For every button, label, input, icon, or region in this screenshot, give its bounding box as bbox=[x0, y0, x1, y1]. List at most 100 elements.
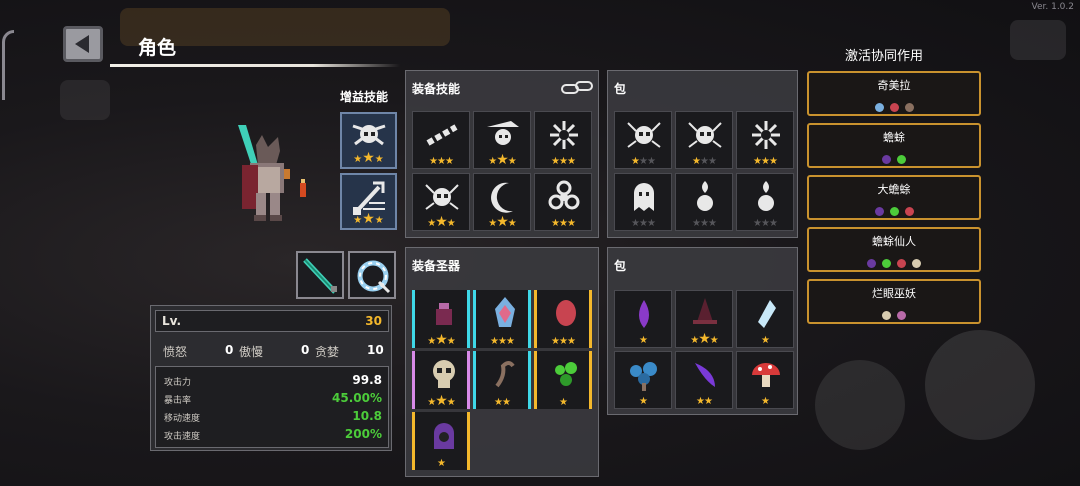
back-button[interactable] bbox=[63, 26, 103, 62]
star-rating: ★★★ bbox=[427, 332, 455, 348]
ice-shard-icon bbox=[758, 300, 776, 328]
weapon-slot[interactable] bbox=[348, 251, 396, 299]
relic-slot[interactable]: ★★★ bbox=[412, 351, 470, 409]
purple-claw-icon bbox=[695, 363, 715, 387]
star-rating: ★★★ bbox=[753, 156, 778, 167]
star-rating: ★★★ bbox=[488, 214, 516, 230]
bag-skills-title: 包 bbox=[614, 82, 627, 96]
bag-relic-slot[interactable]: ★ bbox=[736, 290, 794, 348]
bag-relic-slot[interactable]: ★ bbox=[614, 290, 672, 348]
star-rating: ★★★ bbox=[631, 218, 656, 229]
weapon-slot[interactable] bbox=[296, 251, 344, 299]
star-rating: ★ bbox=[761, 396, 770, 407]
stat-label: 攻击力 bbox=[164, 378, 192, 388]
synergy-card[interactable]: 大蟾蜍 bbox=[807, 175, 981, 220]
bag-skill-slot[interactable]: ★★★ bbox=[675, 173, 733, 231]
synergy-card[interactable]: 奇美拉 bbox=[807, 71, 981, 116]
rage-value: 0 bbox=[225, 343, 234, 357]
hood-icon bbox=[867, 259, 876, 268]
star-rating: ★★★ bbox=[753, 218, 778, 229]
synergy-card[interactable]: 烂眼巫妖 bbox=[807, 279, 981, 324]
star-rating: ★★★ bbox=[551, 218, 576, 229]
skill-slot[interactable]: ★★★ bbox=[412, 173, 470, 231]
skill-slot[interactable]: ★★★ bbox=[412, 111, 470, 169]
relic-slot[interactable]: ★★★ bbox=[534, 290, 592, 348]
equipped-relics-title: 装备圣器 bbox=[412, 259, 461, 273]
bag-relic-slot[interactable]: ★★★ bbox=[675, 290, 733, 348]
wind-skull-icon bbox=[352, 124, 386, 146]
background-hud bbox=[1010, 20, 1066, 60]
buff-skill-slot[interactable]: ★★★ bbox=[340, 112, 397, 169]
version-label: Ver. 1.0.2 bbox=[1031, 2, 1075, 12]
relic-slot[interactable]: ★★★ bbox=[412, 290, 470, 348]
skill-slot[interactable]: ★★★ bbox=[534, 111, 592, 169]
skill-slot[interactable]: ★★★ bbox=[473, 173, 531, 231]
synergy-name: 大蟾蜍 bbox=[877, 183, 911, 196]
bag-relic-slot[interactable]: ★★ bbox=[675, 351, 733, 409]
spore-icon bbox=[882, 259, 891, 268]
frost-ring-icon bbox=[357, 260, 391, 294]
title-underline bbox=[110, 64, 400, 67]
spore-icon bbox=[897, 155, 906, 164]
star-rating: ★★ bbox=[494, 397, 511, 408]
flame-bomb-icon bbox=[758, 181, 774, 211]
crystal-icon bbox=[495, 297, 515, 327]
bag-skill-slot[interactable]: ★★★ bbox=[614, 111, 672, 169]
synergy-name: 蟾蜍仙人 bbox=[872, 235, 916, 248]
skull-icon bbox=[433, 360, 455, 388]
buff-skills-label: 增益技能 bbox=[340, 90, 389, 104]
lizard-icon bbox=[904, 103, 914, 112]
bag-skill-slot[interactable]: ★★★ bbox=[736, 173, 794, 231]
synergy-name: 蟾蜍 bbox=[883, 131, 905, 144]
stat-row: 移动速度 10.8 bbox=[164, 409, 384, 424]
spore-icon bbox=[555, 362, 577, 386]
link-icon[interactable] bbox=[560, 79, 596, 97]
skill-slot[interactable]: ★★★ bbox=[473, 111, 531, 169]
star-rating: ★★★ bbox=[427, 393, 455, 409]
bag-skill-slot[interactable]: ★★★ bbox=[675, 111, 733, 169]
burst-icon bbox=[550, 121, 578, 149]
skill-slot[interactable]: ★★★ bbox=[534, 173, 592, 231]
stat-label: 暴击率 bbox=[164, 396, 192, 406]
screen-edge-bracket bbox=[2, 30, 14, 100]
page-title: 角色 bbox=[138, 37, 177, 59]
potion-icon bbox=[436, 303, 452, 325]
relic-slot[interactable]: ★ bbox=[412, 412, 470, 470]
rage-label: 愤怒 bbox=[163, 345, 188, 359]
equipped-skills-title: 装备技能 bbox=[412, 82, 461, 96]
buff-skill-slot[interactable]: ★★★ bbox=[340, 173, 397, 230]
relic-slot[interactable]: ★ bbox=[534, 351, 592, 409]
star-rating: ★★★ bbox=[692, 156, 717, 167]
star-rating: ★★★ bbox=[353, 150, 384, 166]
synergy-card[interactable]: 蟾蜍仙人 bbox=[807, 227, 981, 272]
ghost-icon bbox=[634, 183, 654, 211]
stat-row: 攻击速度 200% bbox=[164, 427, 384, 442]
lightning-skull-icon bbox=[627, 122, 661, 148]
relic-slot[interactable]: ★★ bbox=[473, 351, 531, 409]
red-mushroom-icon bbox=[752, 363, 780, 387]
star-rating: ★★★ bbox=[631, 156, 656, 167]
relic-slot[interactable]: ★★★ bbox=[473, 290, 531, 348]
pride-value: 0 bbox=[301, 343, 310, 357]
bag-skill-slot[interactable]: ★★★ bbox=[614, 173, 672, 231]
stat-label: 移动速度 bbox=[164, 414, 201, 424]
background-skill-button bbox=[815, 360, 905, 450]
synergy-card[interactable]: 蟾蜍 bbox=[807, 123, 981, 168]
star-rating: ★★★ bbox=[551, 336, 576, 347]
greed-label: 贪婪 bbox=[315, 345, 340, 359]
level-row: Lv. 30 bbox=[155, 310, 389, 332]
bag-relic-slot[interactable]: ★ bbox=[614, 351, 672, 409]
burst-icon bbox=[752, 121, 780, 149]
stat-label: 攻击速度 bbox=[164, 432, 201, 442]
star-rating: ★★★ bbox=[692, 218, 717, 229]
background-hud bbox=[60, 80, 110, 120]
stat-value: 200% bbox=[344, 427, 382, 441]
crescent-icon bbox=[491, 182, 513, 213]
level-value: 30 bbox=[365, 314, 382, 328]
star-rating: ★★★ bbox=[551, 156, 576, 167]
star-rating: ★★★ bbox=[490, 336, 515, 347]
bag-skill-slot[interactable]: ★★★ bbox=[736, 111, 794, 169]
back-arrow-icon bbox=[74, 35, 89, 53]
star-rating: ★ bbox=[639, 335, 648, 346]
bag-relic-slot[interactable]: ★ bbox=[736, 351, 794, 409]
